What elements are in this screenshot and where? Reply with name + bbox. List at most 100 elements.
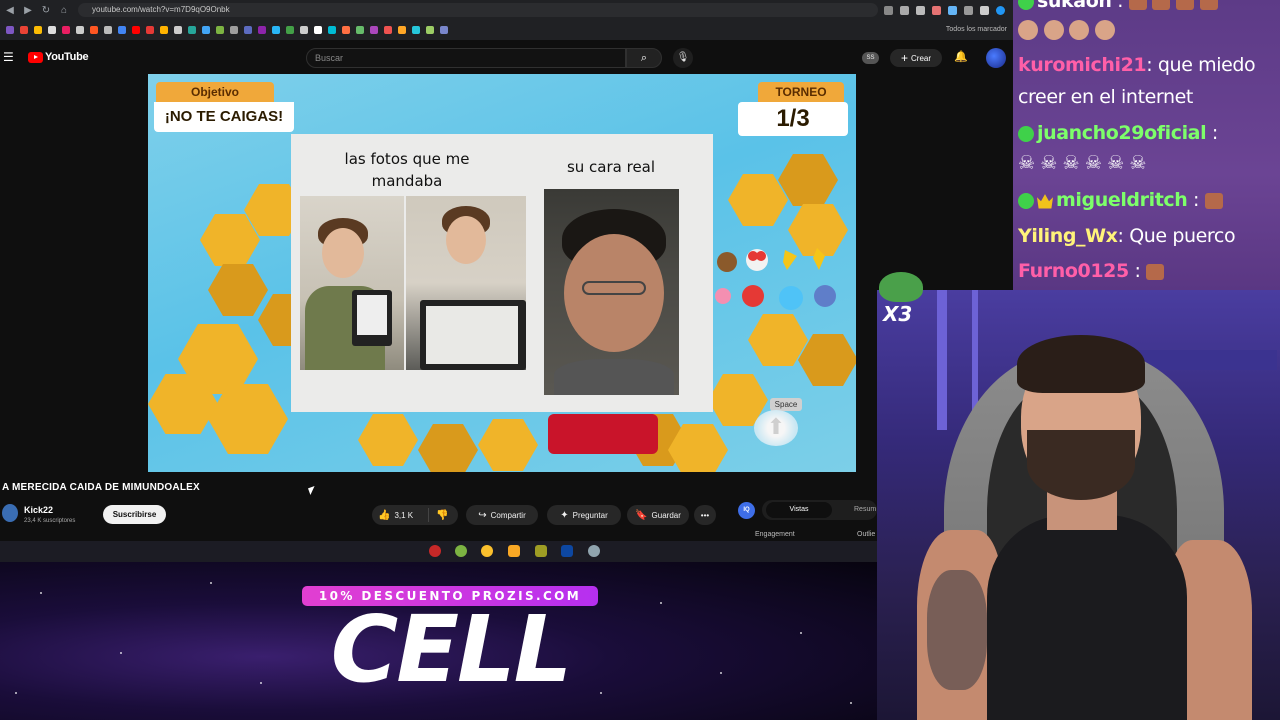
bookmark-icon[interactable]: [328, 26, 336, 34]
bookmark-icon[interactable]: [146, 26, 154, 34]
bookmark-icon[interactable]: [104, 26, 112, 34]
chat-username: juancho29oficial: [1037, 122, 1207, 144]
bookmark-icon[interactable]: [174, 26, 182, 34]
bookmark-icon[interactable]: [314, 26, 322, 34]
reload-icon[interactable]: ↻: [38, 2, 54, 18]
emoji: [814, 285, 836, 307]
subscribe-button[interactable]: Suscribirse: [103, 505, 166, 524]
bookmark-icon[interactable]: [258, 26, 266, 34]
tournament-badge: TORNEO 1/3: [738, 82, 854, 136]
like-divider: [428, 508, 429, 522]
extension-icon[interactable]: [932, 5, 941, 15]
search-input[interactable]: Buscar: [306, 48, 626, 68]
create-button[interactable]: + Crear: [890, 49, 942, 67]
account-avatar[interactable]: [986, 48, 1006, 68]
ask-button[interactable]: ✦ Preguntar: [547, 505, 621, 525]
share-button[interactable]: ↪ Compartir: [466, 505, 538, 525]
search-icon: ⌕: [640, 52, 648, 64]
bookmark-icon[interactable]: [188, 26, 196, 34]
youtube-icon[interactable]: [132, 26, 140, 34]
search-button[interactable]: ⌕: [626, 48, 662, 68]
ss-badge[interactable]: SS: [862, 52, 879, 64]
bookmark-icon[interactable]: [90, 26, 98, 34]
chrome-icon[interactable]: [481, 545, 493, 557]
sidebar-icon[interactable]: [980, 5, 989, 15]
bookmark-icon[interactable]: [230, 26, 238, 34]
photoshop-icon[interactable]: [561, 545, 573, 557]
like-count: 3,1 K: [394, 510, 414, 520]
zoom-icon[interactable]: [884, 5, 893, 15]
wall-light: [937, 290, 947, 430]
bookmark-icon[interactable]: [160, 26, 168, 34]
bookmark-icon[interactable]: [440, 26, 448, 34]
bookmark-icon[interactable]: [118, 26, 126, 34]
chat-username: kuromichi21: [1018, 54, 1147, 76]
youtube-logo[interactable]: YouTube: [28, 51, 89, 63]
puzzle-icon[interactable]: [964, 5, 973, 15]
hamburger-menu-icon[interactable]: ☰: [3, 50, 14, 64]
extension-icon[interactable]: [948, 5, 957, 15]
record-app-icon[interactable]: [429, 545, 441, 557]
cast-icon[interactable]: [900, 5, 909, 15]
chat-username: Furno0125: [1018, 260, 1129, 282]
bookmark-icon[interactable]: [370, 26, 378, 34]
bookmark-icon[interactable]: [398, 26, 406, 34]
channel-name[interactable]: Kick22: [24, 505, 53, 515]
youtube-logo-text: YouTube: [45, 51, 89, 63]
bookmark-icon[interactable]: [244, 26, 252, 34]
voice-search-button[interactable]: 🎙: [673, 48, 693, 68]
more-horizontal-icon: •••: [700, 510, 710, 520]
glasses: [582, 281, 646, 295]
x-icon[interactable]: [48, 26, 56, 34]
bookmark-icon[interactable]: [356, 26, 364, 34]
meme-image: las fotos que me mandaba su cara real: [291, 134, 713, 412]
folder-icon[interactable]: [508, 545, 520, 557]
save-button[interactable]: 🔖 Guardar: [627, 505, 689, 525]
bookmark-icon[interactable]: [426, 26, 434, 34]
profile-icon[interactable]: [996, 5, 1005, 15]
bookmark-icon[interactable]: [34, 26, 42, 34]
objective-text: ¡NO TE CAIGAS!: [154, 102, 294, 132]
app-icon[interactable]: [535, 545, 547, 557]
all-bookmarks-folder[interactable]: Todos los marcador: [946, 23, 1007, 37]
bookmark-icon[interactable]: [286, 26, 294, 34]
bell-icon[interactable]: 🔔: [954, 50, 968, 63]
iq-extension-icon[interactable]: IQ: [738, 502, 755, 519]
skull-emotes: ☠ ☠ ☠ ☠ ☠ ☠: [1018, 152, 1146, 174]
bookmark-icon[interactable]: [62, 26, 70, 34]
bookmark-icon[interactable]: [6, 26, 14, 34]
app-icon[interactable]: [588, 545, 600, 557]
video-player[interactable]: Objetivo ¡NO TE CAIGAS! TORNEO 1/3 las f…: [148, 74, 856, 472]
channel-avatar[interactable]: [2, 504, 18, 522]
dislike-button[interactable]: 👎: [436, 510, 452, 521]
tab-resumen[interactable]: Resum: [854, 502, 876, 518]
hex-tile: [208, 384, 288, 454]
shirt: [554, 359, 674, 395]
bookmark-icon[interactable]: [342, 26, 350, 34]
like-button[interactable]: 👍 3,1 K: [378, 510, 413, 521]
bookmark-icon[interactable]: [202, 26, 210, 34]
home-icon[interactable]: ⌂: [56, 2, 72, 18]
bookmark-icon[interactable]: [216, 26, 224, 34]
analytics-tabs: Vistas Resum: [762, 500, 877, 520]
tab-vistas[interactable]: Vistas: [766, 502, 832, 518]
objective-badge: Objetivo ¡NO TE CAIGAS!: [148, 82, 300, 134]
address-bar[interactable]: youtube.com/watch?v=m7D9qO9Onbk: [78, 3, 878, 17]
jump-button[interactable]: ⬆: [754, 410, 798, 446]
emote-icon: [1069, 19, 1090, 40]
chat-message-continued: creer en el internet: [1018, 86, 1193, 108]
app-icon[interactable]: [455, 545, 467, 557]
more-actions-button[interactable]: •••: [694, 505, 716, 525]
star-icon[interactable]: [916, 5, 925, 15]
bookmark-icon[interactable]: [300, 26, 308, 34]
bookmark-icon[interactable]: [412, 26, 420, 34]
gmail-icon[interactable]: [20, 26, 28, 34]
bookmark-icon[interactable]: [76, 26, 84, 34]
bookmark-icon[interactable]: [272, 26, 280, 34]
back-icon[interactable]: ◀: [2, 2, 18, 18]
hex-tile: [208, 264, 268, 316]
tattoo: [927, 570, 987, 690]
forward-icon[interactable]: ▶: [20, 2, 36, 18]
bookmark-icon[interactable]: [384, 26, 392, 34]
meme-caption-left: las fotos que me mandaba: [344, 150, 470, 190]
